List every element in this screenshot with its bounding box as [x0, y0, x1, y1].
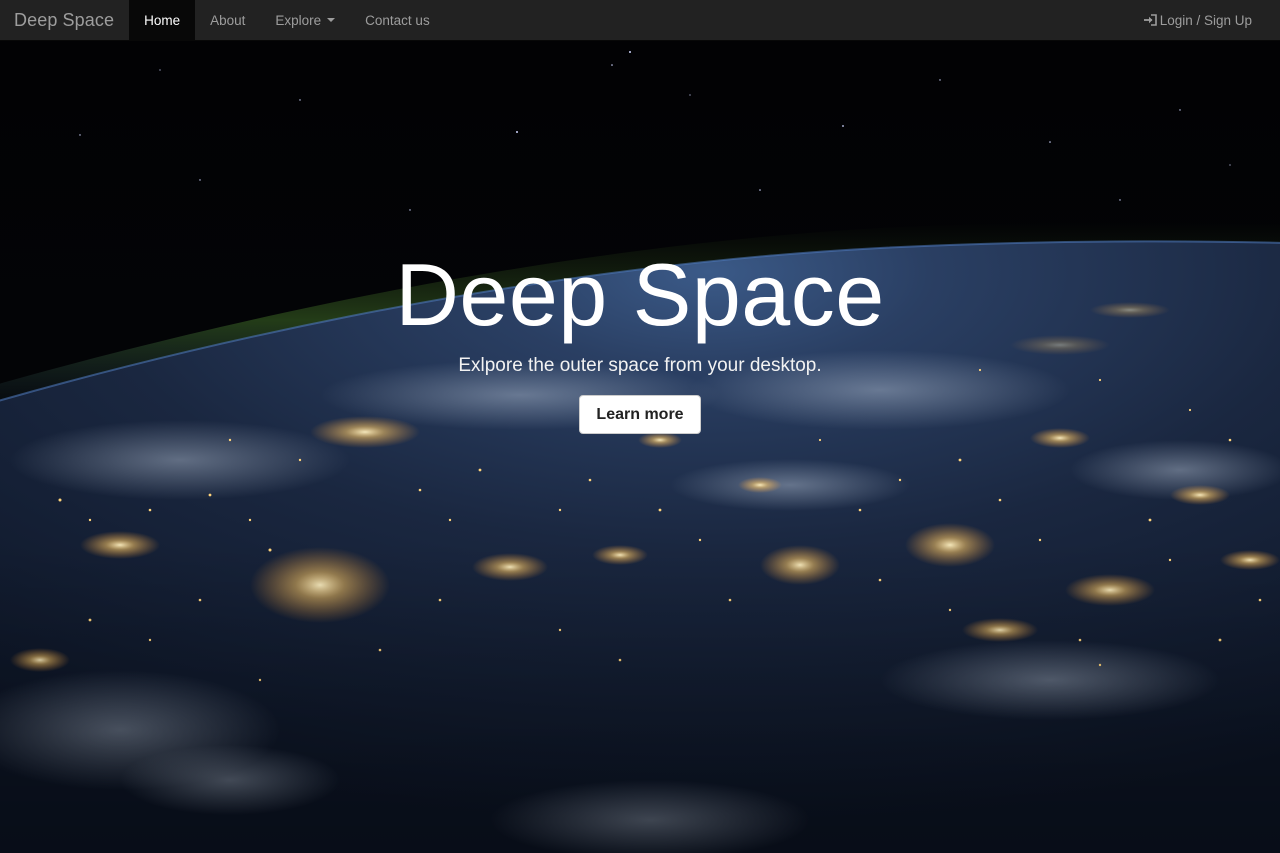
nav-right: Login / Sign Up: [1143, 0, 1280, 40]
nav-item-explore: Explore: [260, 0, 350, 40]
nav-item-home: Home: [129, 0, 196, 40]
page: Deep Space Home About Explore Contact us: [0, 0, 1280, 853]
caret-down-icon: [327, 18, 336, 22]
nav-menu: Home About Explore Contact us: [129, 0, 445, 40]
nav-link-home[interactable]: Home: [129, 0, 196, 40]
nav-explore-label: Explore: [275, 12, 322, 28]
hero-subtitle: Exlpore the outer space from your deskto…: [458, 355, 822, 376]
hero-title: Deep Space: [395, 245, 885, 344]
login-label: Login / Sign Up: [1159, 12, 1252, 28]
brand-link[interactable]: Deep Space: [0, 0, 129, 40]
log-in-icon: [1143, 14, 1157, 26]
nav-item-about: About: [195, 0, 260, 40]
nav-dropdown-explore[interactable]: Explore: [260, 0, 350, 40]
hero-content: Deep Space Exlpore the outer space from …: [0, 245, 1280, 434]
nav-item-contact: Contact us: [350, 0, 445, 40]
hero-section: Deep Space Exlpore the outer space from …: [0, 40, 1280, 853]
learn-more-button[interactable]: Learn more: [579, 395, 701, 434]
login-signup-link[interactable]: Login / Sign Up: [1143, 13, 1252, 28]
nav-link-contact[interactable]: Contact us: [350, 0, 445, 40]
top-navbar: Deep Space Home About Explore Contact us: [0, 0, 1280, 41]
nav-link-about[interactable]: About: [195, 0, 260, 40]
earth-at-night-background: [0, 40, 1280, 853]
